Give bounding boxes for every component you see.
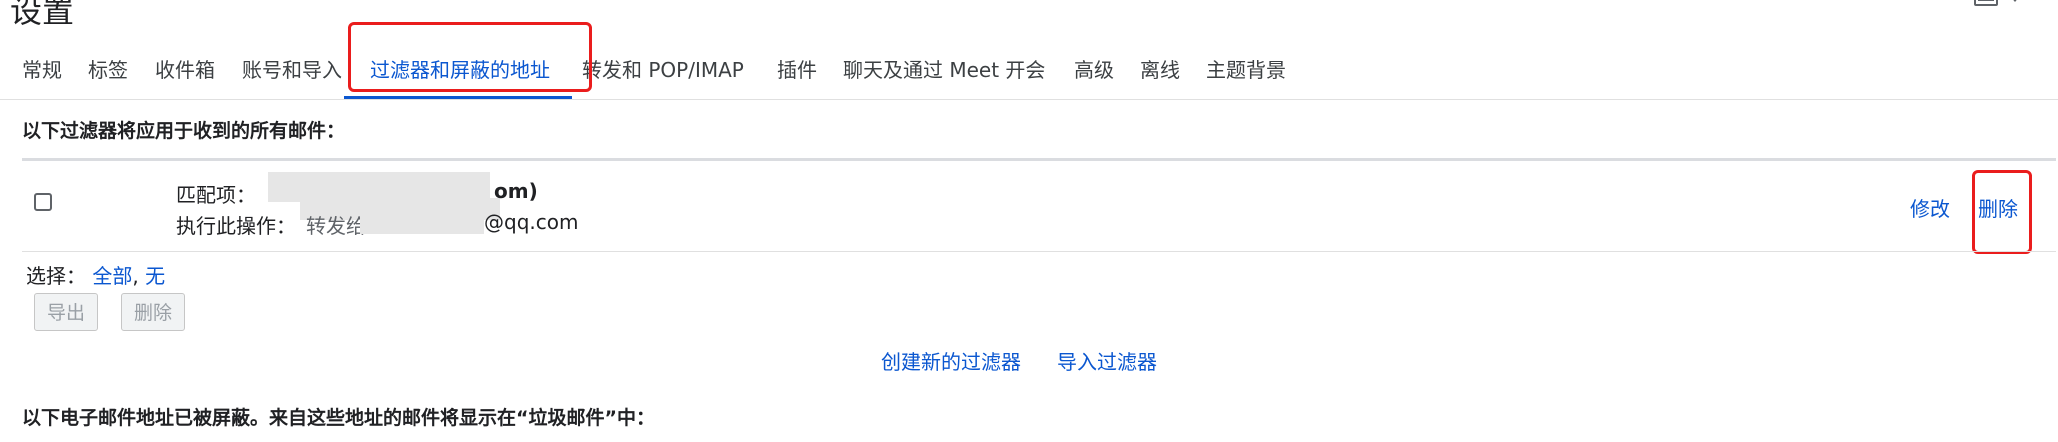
filter-action-prefix: 转发给: [306, 214, 366, 238]
edit-filter-link[interactable]: 修改: [1910, 193, 1950, 222]
annotation-highlight-delete: [1972, 170, 2032, 254]
filter-match-value: om): [494, 179, 538, 203]
redacted-block: [360, 208, 484, 234]
create-filter-link[interactable]: 创建新的过滤器: [881, 346, 1021, 375]
annotation-highlight-tab: [348, 22, 592, 92]
filter-checkbox[interactable]: [34, 193, 52, 211]
select-none-link[interactable]: 无: [145, 264, 165, 288]
select-all-link[interactable]: 全部: [92, 264, 132, 288]
chevron-down-icon[interactable]: [2010, 0, 2020, 2]
page-title: 设置: [10, 0, 75, 30]
filter-action-label: 执行此操作：: [176, 214, 296, 238]
export-button[interactable]: 导出: [34, 293, 98, 331]
keyboard-icon[interactable]: [1974, 0, 2000, 10]
filter-match-row: 匹配项：: [176, 179, 256, 208]
tab-labels[interactable]: 标签: [88, 54, 128, 83]
select-label: 选择：: [26, 264, 86, 288]
filter-match-label: 匹配项：: [176, 183, 256, 207]
tab-forwarding-pop-imap[interactable]: 转发和 POP/IMAP: [582, 54, 744, 83]
tab-offline[interactable]: 离线: [1140, 54, 1180, 83]
select-separator: ,: [132, 264, 139, 288]
blocked-heading: 以下电子邮件地址已被屏蔽。来自这些地址的邮件将显示在“垃圾邮件”中：: [22, 407, 655, 429]
filter-action-row: 执行此操作：: [176, 210, 296, 239]
import-filter-link[interactable]: 导入过滤器: [1057, 346, 1157, 375]
filter-row-divider: [22, 251, 2056, 252]
filters-heading: 以下过滤器将应用于收到的所有邮件：: [22, 120, 346, 142]
delete-selected-button[interactable]: 删除: [121, 293, 185, 331]
tabs-divider: [0, 99, 2058, 100]
tab-general[interactable]: 常规: [22, 54, 62, 83]
tab-advanced[interactable]: 高级: [1074, 54, 1114, 83]
tab-inbox[interactable]: 收件箱: [155, 54, 215, 83]
filter-list-divider: [22, 158, 2056, 161]
keyboard-icon-row: [1978, 0, 1994, 1]
select-bar: 选择： 全部, 无: [26, 260, 165, 289]
tab-accounts-import[interactable]: 账号和导入: [242, 54, 342, 83]
tab-chat-meet[interactable]: 聊天及通过 Meet 开会: [843, 54, 1045, 83]
filter-action-suffix: @qq.com: [484, 210, 579, 234]
tab-addons[interactable]: 插件: [777, 54, 817, 83]
tab-themes[interactable]: 主题背景: [1206, 54, 1286, 83]
